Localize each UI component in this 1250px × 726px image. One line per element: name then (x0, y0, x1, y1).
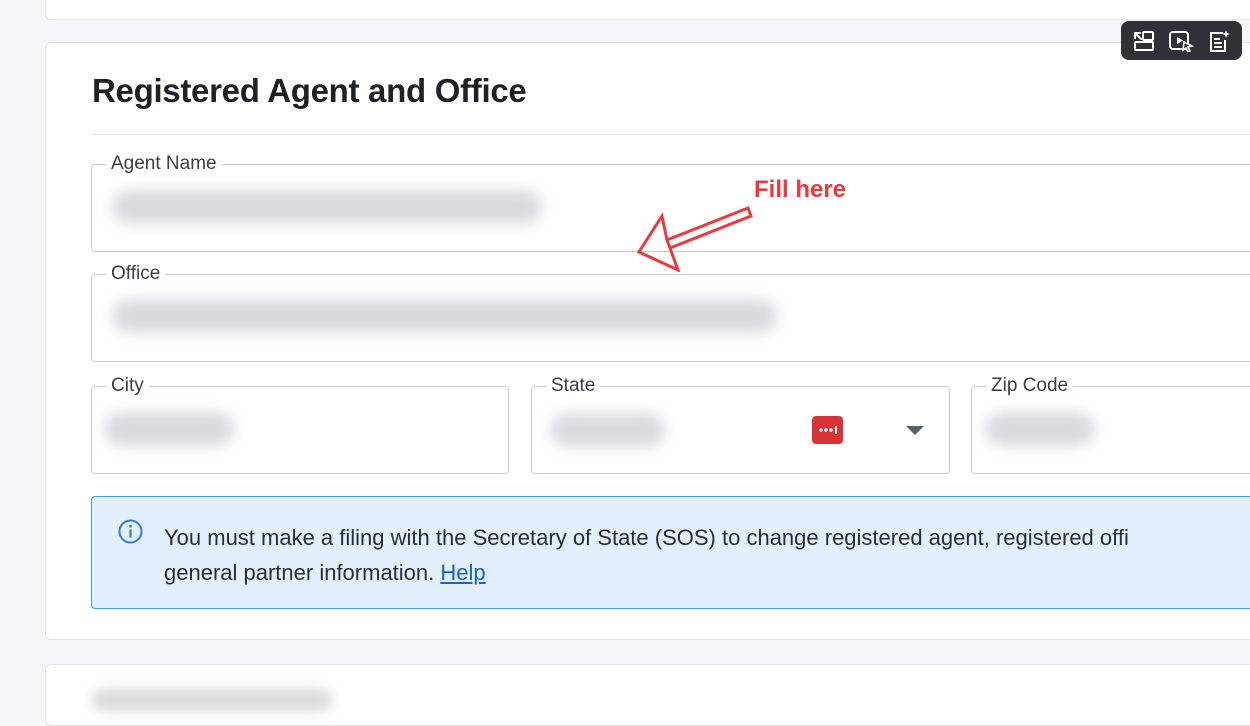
info-message-line-2: general partner information. Help (164, 555, 1250, 590)
state-label: State (551, 375, 596, 396)
info-message: You must make a filing with the Secretar… (164, 520, 1250, 590)
help-link[interactable]: Help (440, 560, 485, 585)
swap-icon (1133, 30, 1154, 51)
next-section-title-redacted (92, 689, 332, 711)
zip-code-value-redacted (985, 412, 1095, 446)
notes-sparkle-button[interactable] (1204, 26, 1234, 56)
city-value-redacted (104, 412, 234, 446)
agent-name-value-redacted (112, 190, 542, 224)
next-section-card (45, 664, 1250, 726)
city-label: City (111, 375, 144, 396)
video-cursor-icon (1169, 30, 1195, 52)
office-value-redacted (112, 299, 777, 333)
annotation-label: Fill here (754, 176, 847, 203)
annotation-arrow-icon (636, 206, 753, 272)
notes-sparkle-icon (1210, 29, 1231, 52)
swap-button[interactable] (1129, 26, 1159, 56)
floating-toolbar (1121, 21, 1242, 60)
agent-name-label: Agent Name (111, 153, 217, 174)
info-message-line-1: You must make a filing with the Secretar… (164, 525, 1129, 550)
zip-code-label: Zip Code (991, 375, 1069, 396)
section-title: Registered Agent and Office (92, 72, 527, 109)
password-manager-icon[interactable] (812, 416, 843, 444)
dots-icon (818, 426, 837, 434)
previous-section-card (45, 0, 1250, 20)
state-value-redacted (550, 413, 665, 447)
info-message-line-2-text: general partner information. (164, 560, 435, 585)
office-label: Office (111, 263, 161, 284)
video-cursor-button[interactable] (1166, 26, 1196, 56)
info-icon (118, 519, 143, 544)
section-divider (91, 134, 1250, 135)
chevron-down-icon[interactable] (906, 426, 924, 435)
